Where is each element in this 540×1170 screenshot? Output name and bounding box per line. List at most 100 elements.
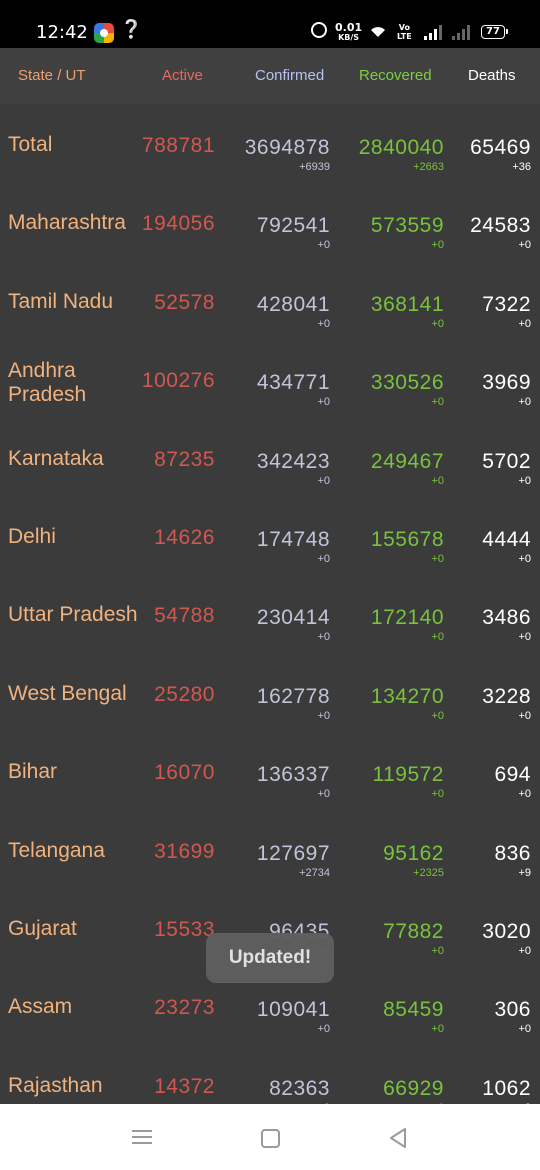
state-name: Uttar Pradesh bbox=[8, 603, 138, 627]
confirmed-delta: +0 bbox=[317, 1023, 330, 1036]
active-count: 16070 bbox=[154, 761, 215, 785]
recovered-delta: +0 bbox=[431, 1023, 444, 1036]
deaths-delta: +0 bbox=[518, 631, 531, 644]
deaths-count: 65469 bbox=[470, 136, 531, 159]
deaths-delta: +0 bbox=[518, 317, 531, 330]
home-icon[interactable] bbox=[258, 1126, 282, 1150]
table-row[interactable]: Karnataka 87235 342423 +0 249467 +0 5702 +0 bbox=[0, 418, 540, 496]
deaths-count: 306 bbox=[494, 998, 531, 1022]
deaths-delta: +0 bbox=[518, 945, 531, 957]
table-row[interactable]: Maharashtra 194056 792541 +0 573559 +0 24583 +0 bbox=[0, 182, 540, 261]
active-count: 31699 bbox=[154, 839, 215, 863]
table-header: State / UT Active Confirmed Recovered De… bbox=[0, 48, 540, 104]
confirmed-delta: +0 bbox=[317, 317, 330, 330]
confirmed-count: 127697 bbox=[256, 841, 330, 865]
table-row[interactable]: Uttar Pradesh 54788 230414 +0 172140 +0 3486 +0 bbox=[0, 574, 540, 653]
confirmed-count: 82363 bbox=[269, 1076, 330, 1100]
header-state[interactable]: State / UT bbox=[18, 67, 86, 84]
confirmed-count: 434771 bbox=[256, 371, 330, 395]
table-row[interactable]: West Bengal 25280 162778 +0 134270 +0 3228 +0 bbox=[0, 653, 540, 732]
recovered-count: 2840040 bbox=[358, 136, 444, 159]
recovered-delta: +0 bbox=[431, 788, 444, 801]
volte-icon: Vo LTE bbox=[397, 23, 412, 41]
active-count: 25280 bbox=[154, 682, 215, 706]
deaths-delta: +0 bbox=[518, 1023, 531, 1036]
state-name: Tamil Nadu bbox=[8, 289, 114, 313]
deaths-count: 694 bbox=[494, 763, 531, 787]
network-speed-unit: KB/S bbox=[338, 33, 360, 42]
deaths-delta: +0 bbox=[518, 239, 531, 252]
deaths-delta: +0 bbox=[518, 396, 531, 409]
confirmed-delta: +0 bbox=[317, 709, 330, 722]
state-name: Karnataka bbox=[8, 446, 104, 470]
deaths-count: 836 bbox=[494, 841, 531, 865]
active-count: 14372 bbox=[154, 1074, 215, 1098]
deaths-delta: +36 bbox=[512, 161, 531, 173]
header-deaths[interactable]: Deaths bbox=[468, 67, 516, 84]
recovered-count: 368141 bbox=[370, 292, 444, 316]
table-row[interactable]: Total 788781 3694878 +6939 2840040 +2663 65469… bbox=[0, 104, 540, 183]
header-active[interactable]: Active bbox=[162, 67, 203, 84]
signal-icon bbox=[424, 24, 442, 40]
recovered-count: 249467 bbox=[370, 449, 444, 473]
menu-icon[interactable] bbox=[130, 1126, 154, 1150]
recovered-delta: +2663 bbox=[413, 161, 444, 173]
recovered-delta: +0 bbox=[431, 945, 444, 957]
state-name: Telangana bbox=[8, 838, 105, 862]
deaths-count: 3020 bbox=[482, 920, 531, 943]
confirmed-delta: +0 bbox=[317, 788, 330, 801]
table-row[interactable]: Bihar 16070 136337 +0 119572 +0 694 +0 bbox=[0, 731, 540, 810]
wifi-icon bbox=[371, 27, 385, 37]
state-name: Rajasthan bbox=[8, 1073, 103, 1097]
table-row[interactable]: Rajasthan1437282363+066929+01062+0 bbox=[0, 1045, 540, 1104]
deaths-delta: +0 bbox=[518, 474, 531, 487]
status-time: 12:42 bbox=[36, 22, 88, 43]
deaths-count: 3969 bbox=[482, 371, 531, 395]
table-row[interactable]: Tamil Nadu 52578 428041 +0 368141 +0 7322 +0 bbox=[0, 261, 540, 340]
recovered-count: 330526 bbox=[370, 371, 444, 395]
deaths-count: 3228 bbox=[482, 684, 531, 708]
deaths-delta: +0 bbox=[518, 788, 531, 801]
state-name: Assam bbox=[8, 995, 73, 1019]
network-speed: 0.01 KB/S bbox=[335, 22, 362, 43]
confirmed-count: 109041 bbox=[256, 998, 330, 1022]
recovered-delta: +0 bbox=[431, 631, 444, 644]
toast-message: Updated! bbox=[206, 933, 334, 983]
recovered-count: 172140 bbox=[370, 606, 444, 630]
table-row[interactable]: Telangana 31699 127697 +2734 95162 +2325 836 +9 bbox=[0, 810, 540, 888]
back-icon[interactable] bbox=[386, 1126, 410, 1150]
deaths-delta: +0 bbox=[518, 553, 531, 565]
state-name: Delhi bbox=[8, 525, 56, 548]
recovered-delta: +0 bbox=[431, 239, 444, 252]
confirmed-count: 792541 bbox=[256, 214, 330, 238]
state-name: Bihar bbox=[8, 760, 58, 784]
active-count: 23273 bbox=[154, 996, 215, 1020]
confirmed-delta: +0 bbox=[317, 631, 330, 644]
header-recovered[interactable]: Recovered bbox=[359, 67, 432, 84]
confirmed-count: 174748 bbox=[256, 528, 330, 551]
deaths-delta: +0 bbox=[518, 709, 531, 722]
recovered-count: 573559 bbox=[370, 214, 444, 238]
header-confirmed[interactable]: Confirmed bbox=[255, 67, 324, 84]
state-name: Total bbox=[8, 133, 53, 156]
confirmed-delta: +0 bbox=[317, 396, 330, 409]
signal-icon-no-service bbox=[452, 24, 470, 40]
table-row[interactable]: Andhra Pradesh 100276 434771 +0 330526 +0 3969… bbox=[0, 339, 540, 418]
recovered-count: 119572 bbox=[372, 763, 444, 787]
recovered-delta: +0 bbox=[431, 709, 444, 722]
status-bar: 12:42 ❔ 0.01 KB/S Vo LTE 77 bbox=[0, 0, 540, 48]
recovered-count: 77882 bbox=[383, 920, 444, 943]
confirmed-count: 162778 bbox=[256, 684, 330, 708]
photos-app-icon bbox=[94, 23, 114, 43]
active-count: 788781 bbox=[141, 134, 215, 157]
table-row[interactable]: Delhi 14626 174748 +0 155678 +0 4444 +0 bbox=[0, 496, 540, 575]
confirmed-count: 3694878 bbox=[244, 136, 330, 159]
deaths-count: 3486 bbox=[482, 606, 531, 630]
volte-top: Vo bbox=[398, 23, 410, 32]
recovered-delta: +2325 bbox=[413, 866, 444, 879]
confirmed-delta: +2734 bbox=[299, 866, 330, 879]
active-count: 87235 bbox=[154, 447, 215, 471]
confirmed-count: 428041 bbox=[256, 292, 330, 316]
volte-bottom: LTE bbox=[397, 32, 412, 41]
recovered-delta: +0 bbox=[431, 474, 444, 487]
